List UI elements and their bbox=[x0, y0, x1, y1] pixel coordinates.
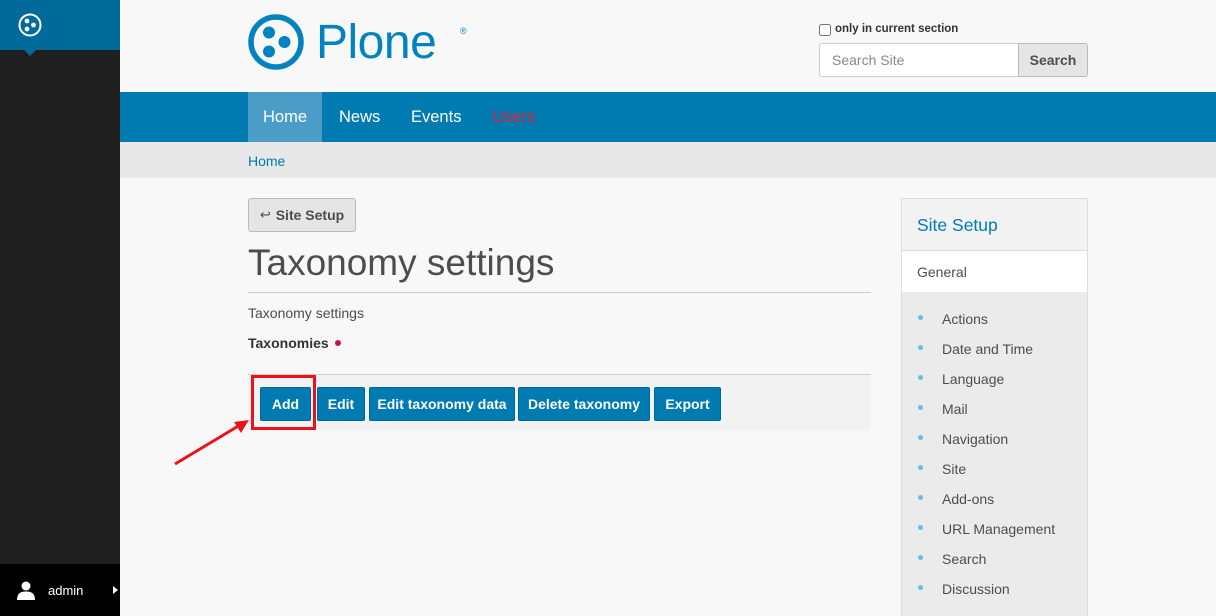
logo-text: Plone bbox=[316, 15, 437, 69]
toolbar-user-menu[interactable]: admin bbox=[0, 564, 120, 616]
portlet-item-label: Search bbox=[942, 551, 987, 567]
portlet-item-label: Add-ons bbox=[942, 491, 995, 507]
toolbar-logo-button[interactable] bbox=[0, 0, 120, 50]
portlet-item-label: Actions bbox=[942, 311, 988, 327]
edit-taxonomy-data-button[interactable]: Edit taxonomy data bbox=[369, 387, 515, 421]
search-button[interactable]: Search bbox=[1018, 43, 1088, 77]
return-arrow-icon: ↩ bbox=[259, 207, 271, 222]
portlet-item-date-and-time[interactable]: Date and Time bbox=[902, 341, 1087, 371]
breadcrumb-home[interactable]: Home bbox=[248, 153, 285, 169]
breadcrumb: Home bbox=[120, 142, 1216, 178]
portlet-item-url-management[interactable]: URL Management bbox=[902, 521, 1087, 551]
annotation-arrow-icon bbox=[174, 420, 249, 466]
required-indicator bbox=[334, 340, 341, 346]
caret-right-icon bbox=[113, 586, 118, 594]
plone-toolbar: admin bbox=[0, 0, 120, 616]
portlet-item-label: URL Management bbox=[942, 521, 1056, 537]
portlet-item-navigation[interactable]: Navigation bbox=[902, 431, 1087, 461]
nav-item-news[interactable]: News bbox=[339, 92, 380, 142]
bullet-icon bbox=[918, 465, 923, 470]
registered-mark: ® bbox=[460, 26, 467, 36]
taxonomies-label-text: Taxonomies bbox=[248, 335, 329, 351]
portlet-item-label: Site bbox=[942, 461, 967, 477]
portlet-item-label: Language bbox=[942, 371, 1005, 387]
bullet-icon bbox=[918, 375, 923, 380]
portlet-list: Actions Date and Time Language Mail Navi… bbox=[902, 292, 1087, 611]
toolbar-notch bbox=[24, 50, 36, 56]
current-section-checkbox[interactable] bbox=[819, 24, 831, 36]
title-divider bbox=[248, 292, 871, 293]
portlet-title[interactable]: Site Setup bbox=[902, 199, 1087, 251]
bullet-icon bbox=[918, 525, 923, 530]
plone-logo-icon bbox=[248, 14, 304, 70]
search-input[interactable]: Search Site bbox=[819, 43, 1019, 77]
bullet-icon bbox=[918, 555, 923, 560]
portlet-item-site[interactable]: Site bbox=[902, 461, 1087, 491]
portlet-item-label: Date and Time bbox=[942, 341, 1034, 357]
user-icon bbox=[17, 581, 35, 600]
page-description: Taxonomy settings bbox=[248, 305, 364, 321]
bullet-icon bbox=[918, 435, 923, 440]
current-section-label: only in current section bbox=[835, 22, 959, 35]
search-placeholder: Search Site bbox=[832, 52, 905, 68]
plone-logo-icon bbox=[18, 13, 42, 37]
portlet-item-label: Discussion bbox=[942, 581, 1010, 597]
site-setup-back-button[interactable]: ↩ Site Setup bbox=[248, 198, 356, 232]
bullet-icon bbox=[918, 405, 923, 410]
site-setup-back-label: Site Setup bbox=[275, 207, 345, 223]
delete-taxonomy-button[interactable]: Delete taxonomy bbox=[518, 387, 650, 421]
page-title: Taxonomy settings bbox=[248, 242, 555, 283]
bullet-icon bbox=[918, 585, 923, 590]
portlet-item-discussion[interactable]: Discussion bbox=[902, 581, 1087, 611]
user-name: admin bbox=[48, 582, 84, 598]
nav-item-users[interactable]: Users bbox=[492, 92, 535, 142]
portlet-item-mail[interactable]: Mail bbox=[902, 401, 1087, 431]
site-setup-portlet: Site Setup General Actions Date and Time… bbox=[901, 198, 1088, 616]
portlet-item-label: Mail bbox=[942, 401, 968, 417]
portlet-section-general: General bbox=[902, 251, 1087, 292]
nav-item-home[interactable]: Home bbox=[248, 92, 323, 142]
bullet-icon bbox=[918, 495, 923, 500]
taxonomies-field-label: Taxonomies bbox=[248, 335, 341, 351]
portlet-item-language[interactable]: Language bbox=[902, 371, 1087, 401]
site-logo[interactable]: Plone ® bbox=[248, 14, 467, 70]
edit-button[interactable]: Edit bbox=[317, 387, 365, 421]
portlet-item-search[interactable]: Search bbox=[902, 551, 1087, 581]
portlet-item-actions[interactable]: Actions bbox=[902, 311, 1087, 341]
portlet-item-add-ons[interactable]: Add-ons bbox=[902, 491, 1087, 521]
bullet-icon bbox=[918, 315, 923, 320]
highlight-box bbox=[251, 375, 316, 430]
nav-item-events[interactable]: Events bbox=[411, 92, 461, 142]
main-navigation: Home News Events Users bbox=[120, 92, 1216, 142]
export-button[interactable]: Export bbox=[654, 387, 721, 421]
portlet-item-label: Navigation bbox=[942, 431, 1009, 447]
search-section-option[interactable]: only in current section bbox=[819, 21, 958, 36]
bullet-icon bbox=[918, 345, 923, 350]
